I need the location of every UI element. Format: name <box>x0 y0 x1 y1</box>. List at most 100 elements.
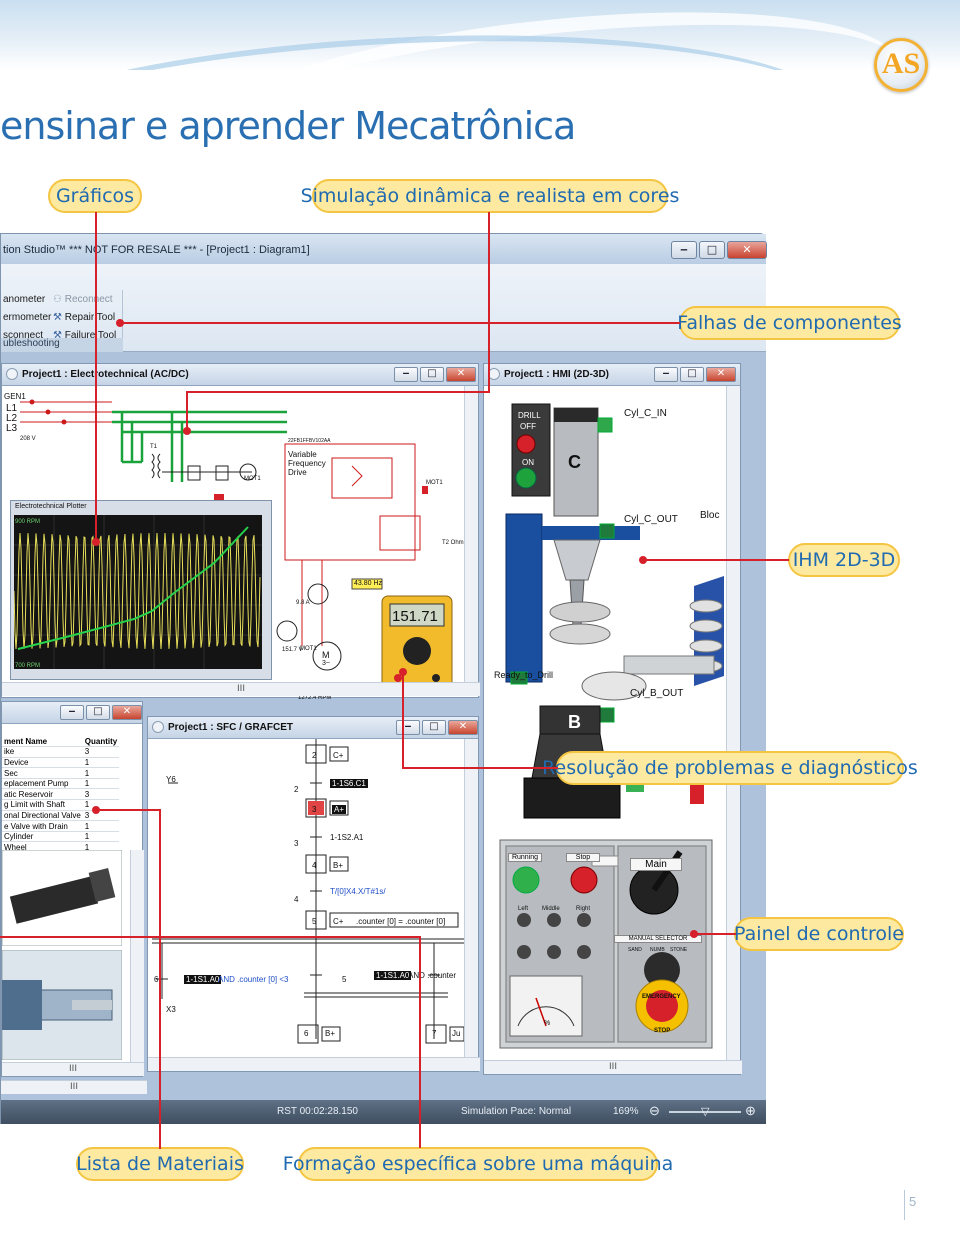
hmi-vscroll[interactable] <box>726 386 740 1060</box>
sfc-step-4[interactable]: 4 <box>312 861 316 870</box>
logo-text: AS <box>881 47 921 80</box>
bom-vscroll[interactable] <box>130 850 144 1062</box>
cutaway-preview <box>2 950 122 1060</box>
maximize-button[interactable]: □ <box>420 367 444 382</box>
sfc-hscroll[interactable] <box>148 1057 480 1071</box>
bom-title-bar[interactable]: ‒ □ ✕ <box>2 702 142 724</box>
label-cyl-c-out: Cyl_C_OUT <box>624 514 678 525</box>
sfc-step-3[interactable]: 3 <box>312 805 316 814</box>
app-title-bar: tion Studio™ *** NOT FOR RESALE *** - [P… <box>1 234 767 264</box>
label-cyl-c-in: Cyl_C_IN <box>624 408 667 419</box>
label-stone: STONE <box>670 947 688 953</box>
bom-cell-qty: 3 <box>82 788 120 801</box>
connector-simulacao <box>488 212 490 392</box>
bom-cell-qty: 1 <box>82 831 120 843</box>
app-icon <box>152 721 164 733</box>
manual-selector-label: MANUAL SELECTOR <box>614 935 702 943</box>
zoom-in-icon[interactable]: ⊕ <box>745 1103 756 1119</box>
sfc-action-jump: Ju <box>452 1029 461 1038</box>
connector-graficos <box>95 212 97 542</box>
electro-vscroll[interactable] <box>464 386 478 682</box>
minimize-button[interactable]: ‒ <box>654 367 678 382</box>
hmi-scene[interactable] <box>484 386 726 1060</box>
bom-cell-name: Sec <box>2 767 83 779</box>
sfc-action-c-plus: C+ <box>333 751 344 760</box>
ribbon-item-reconnect[interactable]: ⚇ Reconnect <box>53 294 113 305</box>
bom-row[interactable]: atic Reservoir 3 <box>2 788 120 801</box>
sfc-vscroll[interactable] <box>464 739 478 1057</box>
hmi-window-controls: ‒ □ ✕ <box>654 367 736 382</box>
zoom-out-icon[interactable]: ⊖ <box>649 1103 660 1119</box>
hmi-hscroll[interactable]: III <box>484 1060 742 1074</box>
zoom-slider-thumb-icon[interactable]: ▽ <box>701 1105 709 1118</box>
plotter-y-max: 900 RPM <box>15 519 41 525</box>
electro-title-bar[interactable]: Project1 : Electrotechnical (AC/DC) ‒ □ … <box>2 364 478 386</box>
label-t2: T2 Ohm <box>442 540 464 546</box>
plotter-window[interactable]: Electrotechnical Plotter 900 RPM 700 RPM <box>10 500 272 680</box>
bom-row[interactable]: Sec 1 <box>2 767 120 779</box>
label-sand: SAND <box>628 947 642 953</box>
sfc-diagram[interactable] <box>148 739 464 1057</box>
sfc-step-5[interactable]: 5 <box>312 917 316 926</box>
bom-row[interactable]: Device 1 <box>2 757 120 769</box>
bom-row[interactable]: e Valve with Drain 1 <box>2 820 120 832</box>
page-headline: ensinar e aprender Mecatrônica <box>0 104 576 148</box>
workspace-hscroll[interactable]: III <box>1 1080 147 1094</box>
status-zoom-level: 169% <box>613 1106 639 1117</box>
wrench-icon: ⚒ <box>53 312 62 323</box>
label-emergency: EMERGENCY <box>642 994 681 1000</box>
sfc-side-y6: Y6 <box>166 775 176 784</box>
ribbon-item-repair-tool[interactable]: ⚒ Repair Tool <box>53 312 115 323</box>
motor-symbol-m: M <box>322 650 330 660</box>
bom-row[interactable]: onal Directional Valve 3 <box>2 810 120 822</box>
maximize-button[interactable]: □ <box>680 367 704 382</box>
close-button[interactable]: ✕ <box>112 705 142 720</box>
hmi-title-bar[interactable]: Project1 : HMI (2D-3D) ‒ □ ✕ <box>484 364 740 386</box>
bom-row[interactable]: Cylinder 1 <box>2 831 120 843</box>
label-ready-to-drill: Ready_to_Drill <box>494 670 554 680</box>
sfc-step-2[interactable]: 2 <box>312 751 316 760</box>
close-button[interactable]: ✕ <box>446 367 476 382</box>
bom-cell-name: eplacement Pump <box>2 778 83 790</box>
application-window: tion Studio™ *** NOT FOR RESALE *** - [P… <box>0 233 767 1124</box>
minimize-button[interactable]: ‒ <box>394 367 418 382</box>
close-button[interactable]: ✕ <box>727 241 767 259</box>
minimize-button[interactable]: ‒ <box>60 705 84 720</box>
sfc-title-bar[interactable]: Project1 : SFC / GRAFCET ‒ □ ✕ <box>148 717 478 739</box>
connector-dot <box>92 538 100 546</box>
maximize-button[interactable]: □ <box>699 241 725 259</box>
callout-simulacao: Simulação dinâmica e realista em cores <box>301 179 679 213</box>
sfc-step-7[interactable]: 7 <box>432 1029 436 1038</box>
repair-tool-label: Repair Tool <box>64 312 116 323</box>
ribbon-item-manometer[interactable]: anometer <box>3 294 45 305</box>
electro-hscroll[interactable]: III <box>2 682 480 696</box>
plotter-y-min: 700 RPM <box>15 663 41 669</box>
bom-row[interactable]: eplacement Pump 1 <box>2 778 120 790</box>
bom-hscroll[interactable]: III <box>2 1062 144 1076</box>
maximize-button[interactable]: □ <box>86 705 110 720</box>
close-button[interactable]: ✕ <box>706 367 736 382</box>
sfc-step-6[interactable]: 6 <box>304 1029 308 1038</box>
sfc-title: Project1 : SFC / GRAFCET <box>168 722 294 733</box>
connector-dot <box>92 806 100 814</box>
bom-row[interactable]: ike 3 <box>2 746 120 758</box>
running-button[interactable]: Running <box>508 853 542 862</box>
bom-cell-qty: 1 <box>82 820 120 832</box>
motor-symbol-phase: 3~ <box>322 660 330 667</box>
meter-unit: % <box>544 1020 551 1027</box>
sfc-transition-3: T/[0]X4.X/T#1s/ <box>330 887 386 896</box>
connector-formacao <box>419 936 421 1148</box>
sfc-transition-5-condition: AND .counter <box>408 971 457 980</box>
close-button[interactable]: ✕ <box>448 720 478 735</box>
connector-lista <box>159 809 161 1149</box>
maximize-button[interactable]: □ <box>422 720 446 735</box>
minimize-button[interactable]: ‒ <box>396 720 420 735</box>
stop-button[interactable]: Stop <box>566 853 600 862</box>
label-motor: MOT1 <box>300 646 317 652</box>
ribbon-group-label: ubleshooting <box>1 338 123 352</box>
sfc-side-5: 5 <box>342 975 347 984</box>
minimize-button[interactable]: ‒ <box>671 241 697 259</box>
connector-painel <box>694 933 736 935</box>
connector-formacao <box>0 936 420 938</box>
ribbon-item-thermometer[interactable]: ermometer <box>3 312 51 323</box>
